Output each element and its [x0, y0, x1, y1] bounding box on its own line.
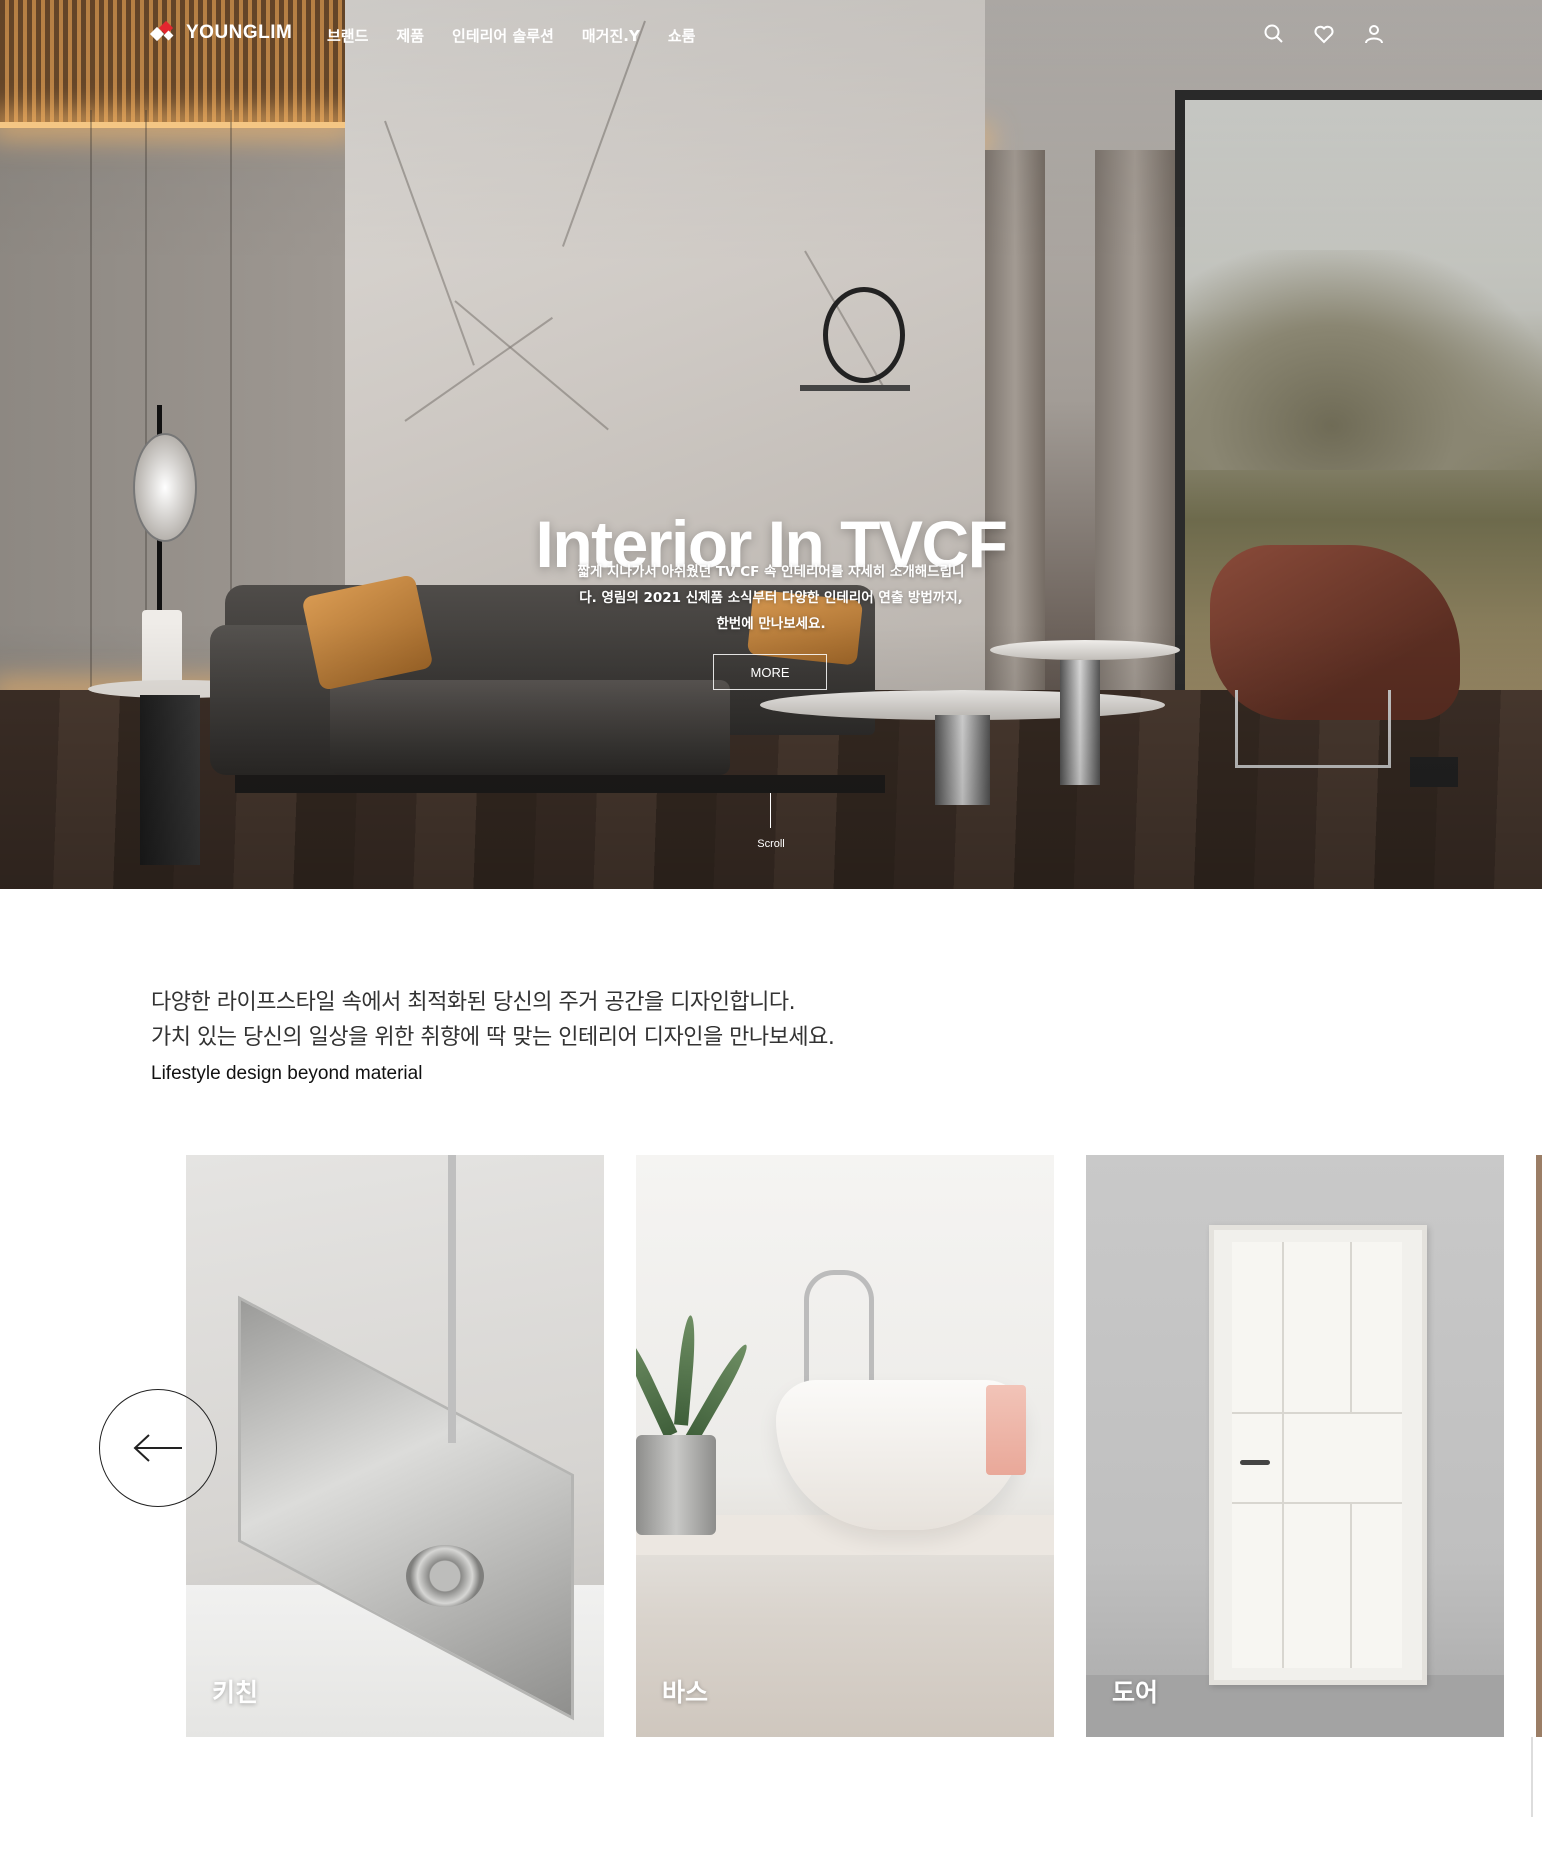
kitchen-faucet [448, 1155, 536, 1443]
heart-icon[interactable] [1312, 22, 1336, 46]
category-card-bath[interactable]: 바스 [636, 1155, 1054, 1737]
nav-magazine[interactable]: 매거진.Y [582, 25, 640, 46]
card-divider [1531, 1737, 1533, 1817]
carousel-prev-button[interactable] [99, 1389, 217, 1507]
door-handle [1240, 1460, 1270, 1465]
header-icons [1262, 22, 1386, 46]
nav-brand[interactable]: 브랜드 [327, 25, 368, 46]
nav-products[interactable]: 제품 [396, 25, 424, 46]
door-frame [1209, 1225, 1427, 1685]
user-icon[interactable] [1362, 22, 1386, 46]
sink-drain [406, 1545, 484, 1607]
plant-leaf [636, 1332, 678, 1438]
main-nav: 브랜드 제품 인테리어 솔루션 매거진.Y 쇼룸 [327, 25, 723, 46]
category-card-kitchen[interactable]: 키친 [186, 1155, 604, 1737]
scroll-indicator-label: Scroll [757, 838, 785, 850]
hero-overlay [0, 0, 1542, 889]
door-leaf [1232, 1242, 1402, 1668]
category-label: 도어 [1112, 1678, 1159, 1707]
hero-section: YOUNGLIM 브랜드 제품 인테리어 솔루션 매거진.Y 쇼룸 Interi… [0, 0, 1542, 889]
category-card-door[interactable]: 도어 [1086, 1155, 1504, 1737]
search-icon[interactable] [1262, 22, 1286, 46]
category-card-next-peek[interactable] [1536, 1155, 1542, 1737]
arrow-left-icon [133, 1434, 182, 1462]
logo-mark-icon [149, 20, 178, 43]
site-header: YOUNGLIM 브랜드 제품 인테리어 솔루션 매거진.Y 쇼룸 [0, 0, 1542, 70]
intro-line-1: 다양한 라이프스타일 속에서 최적화된 당신의 주거 공간을 디자인합니다. [151, 990, 796, 1015]
intro-subtitle: Lifestyle design beyond material [151, 1063, 423, 1084]
category-label: 바스 [662, 1678, 709, 1707]
hero-description: 짧게 지나가서 아쉬웠던 TV CF 속 인테리어를 자세히 소개해드립니다. … [577, 563, 965, 632]
more-button[interactable]: MORE [713, 654, 827, 690]
category-label: 키친 [212, 1678, 259, 1707]
nav-interior-solutions[interactable]: 인테리어 솔루션 [452, 25, 554, 46]
intro-line-2: 가치 있는 당신의 일상을 위한 취향에 딱 맞는 인테리어 디자인을 만나보세… [151, 1025, 835, 1050]
nav-showroom[interactable]: 쇼룸 [668, 25, 696, 46]
intro-section: 다양한 라이프스타일 속에서 최적화된 당신의 주거 공간을 디자인합니다. 가… [151, 985, 835, 1085]
tub-faucet [804, 1270, 874, 1385]
plant-leaf [684, 1341, 753, 1444]
towel [986, 1385, 1026, 1475]
plant-leaf [674, 1314, 698, 1426]
logo[interactable]: YOUNGLIM [149, 20, 293, 44]
plant-pot [636, 1435, 716, 1535]
logo-text: YOUNGLIM [186, 22, 293, 43]
scroll-indicator-line [770, 793, 771, 828]
